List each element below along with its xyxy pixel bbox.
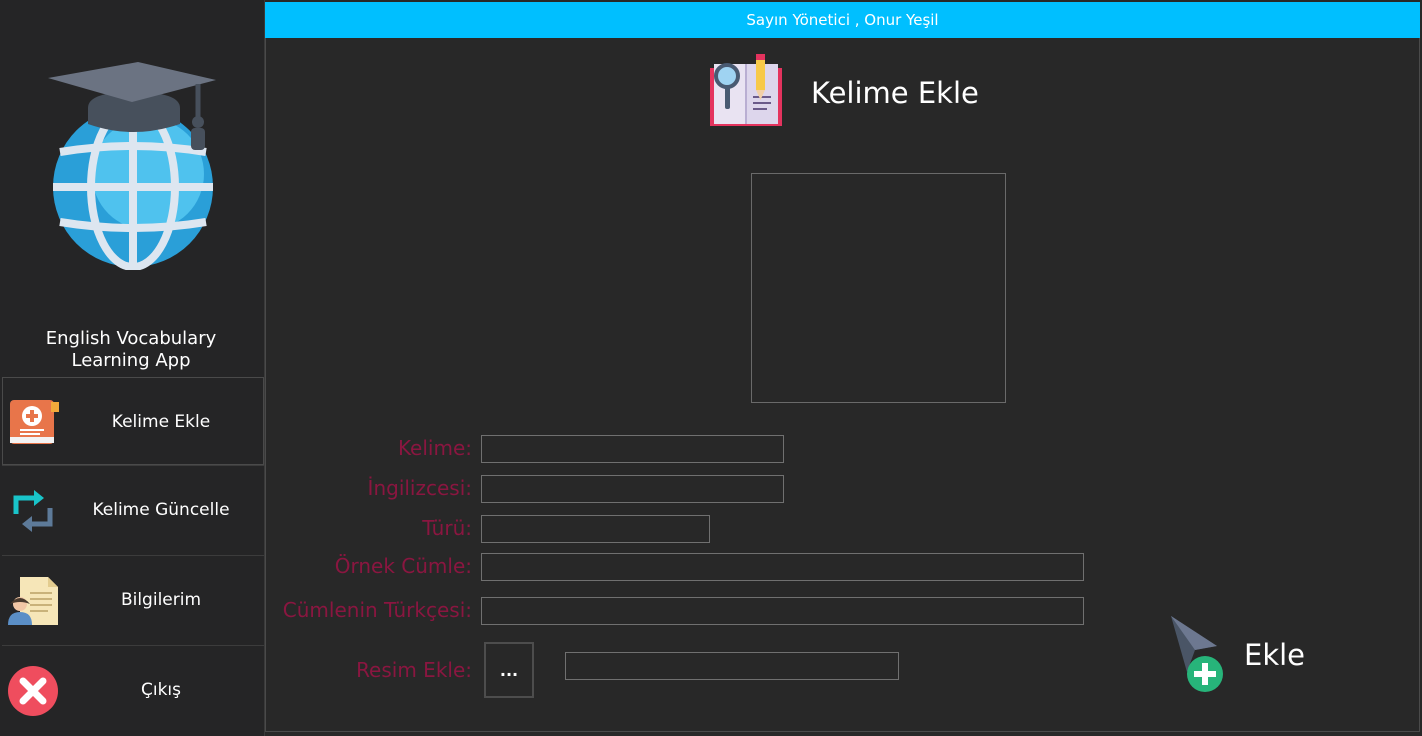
word-input[interactable] <box>481 435 784 463</box>
cursor-plus-icon <box>1171 616 1223 692</box>
type-input[interactable] <box>481 515 710 543</box>
example-sentence-label: Örnek Cümle: <box>334 554 472 578</box>
close-circle-icon <box>8 666 58 716</box>
add-word-button[interactable]: Ekle <box>1165 612 1315 696</box>
sidebar: English Vocabulary Learning App Kelime E… <box>0 0 265 736</box>
refresh-arrows-icon <box>13 490 53 532</box>
sidebar-item-bilgilerim[interactable]: Bilgilerim <box>2 555 264 643</box>
page-title: Kelime Ekle <box>811 76 979 110</box>
add-button-label: Ekle <box>1244 638 1306 672</box>
app-title-line1: English Vocabulary <box>45 328 217 349</box>
sidebar-item-kelime-guncelle[interactable]: Kelime Güncelle <box>2 465 264 553</box>
type-label: Türü: <box>422 516 472 540</box>
image-preview <box>751 173 1006 403</box>
sidebar-item-label: Bilgilerim <box>120 590 202 610</box>
header-greeting-bar: Sayın Yönetici , Onur Yeşil <box>265 2 1420 38</box>
browse-image-button[interactable]: ... <box>484 642 534 698</box>
app-title: English Vocabulary Learning App <box>0 328 262 372</box>
sidebar-item-cikis[interactable]: Çıkış <box>2 645 264 733</box>
sentence-translation-input[interactable] <box>481 597 1084 625</box>
word-label: Kelime: <box>397 436 472 460</box>
profile-document-icon <box>8 577 58 625</box>
sidebar-item-label: Kelime Ekle <box>111 412 211 432</box>
english-label: İngilizcesi: <box>367 476 472 500</box>
image-add-label: Resim Ekle: <box>356 658 472 682</box>
sentence-translation-label: Cümlenin Türkçesi: <box>282 598 472 622</box>
example-sentence-input[interactable] <box>481 553 1084 581</box>
add-book-icon <box>10 400 59 444</box>
sidebar-item-kelime-ekle[interactable]: Kelime Ekle <box>2 377 264 465</box>
english-input[interactable] <box>481 475 784 503</box>
app-title-line2: Learning App <box>71 350 191 371</box>
greeting-text: Sayın Yönetici , Onur Yeşil <box>746 11 939 29</box>
sidebar-item-label: Çıkış <box>140 680 182 700</box>
graduation-globe-icon <box>48 62 216 270</box>
dictionary-search-icon <box>710 54 782 126</box>
image-path-input[interactable] <box>565 652 899 680</box>
sidebar-item-label: Kelime Güncelle <box>92 500 230 520</box>
